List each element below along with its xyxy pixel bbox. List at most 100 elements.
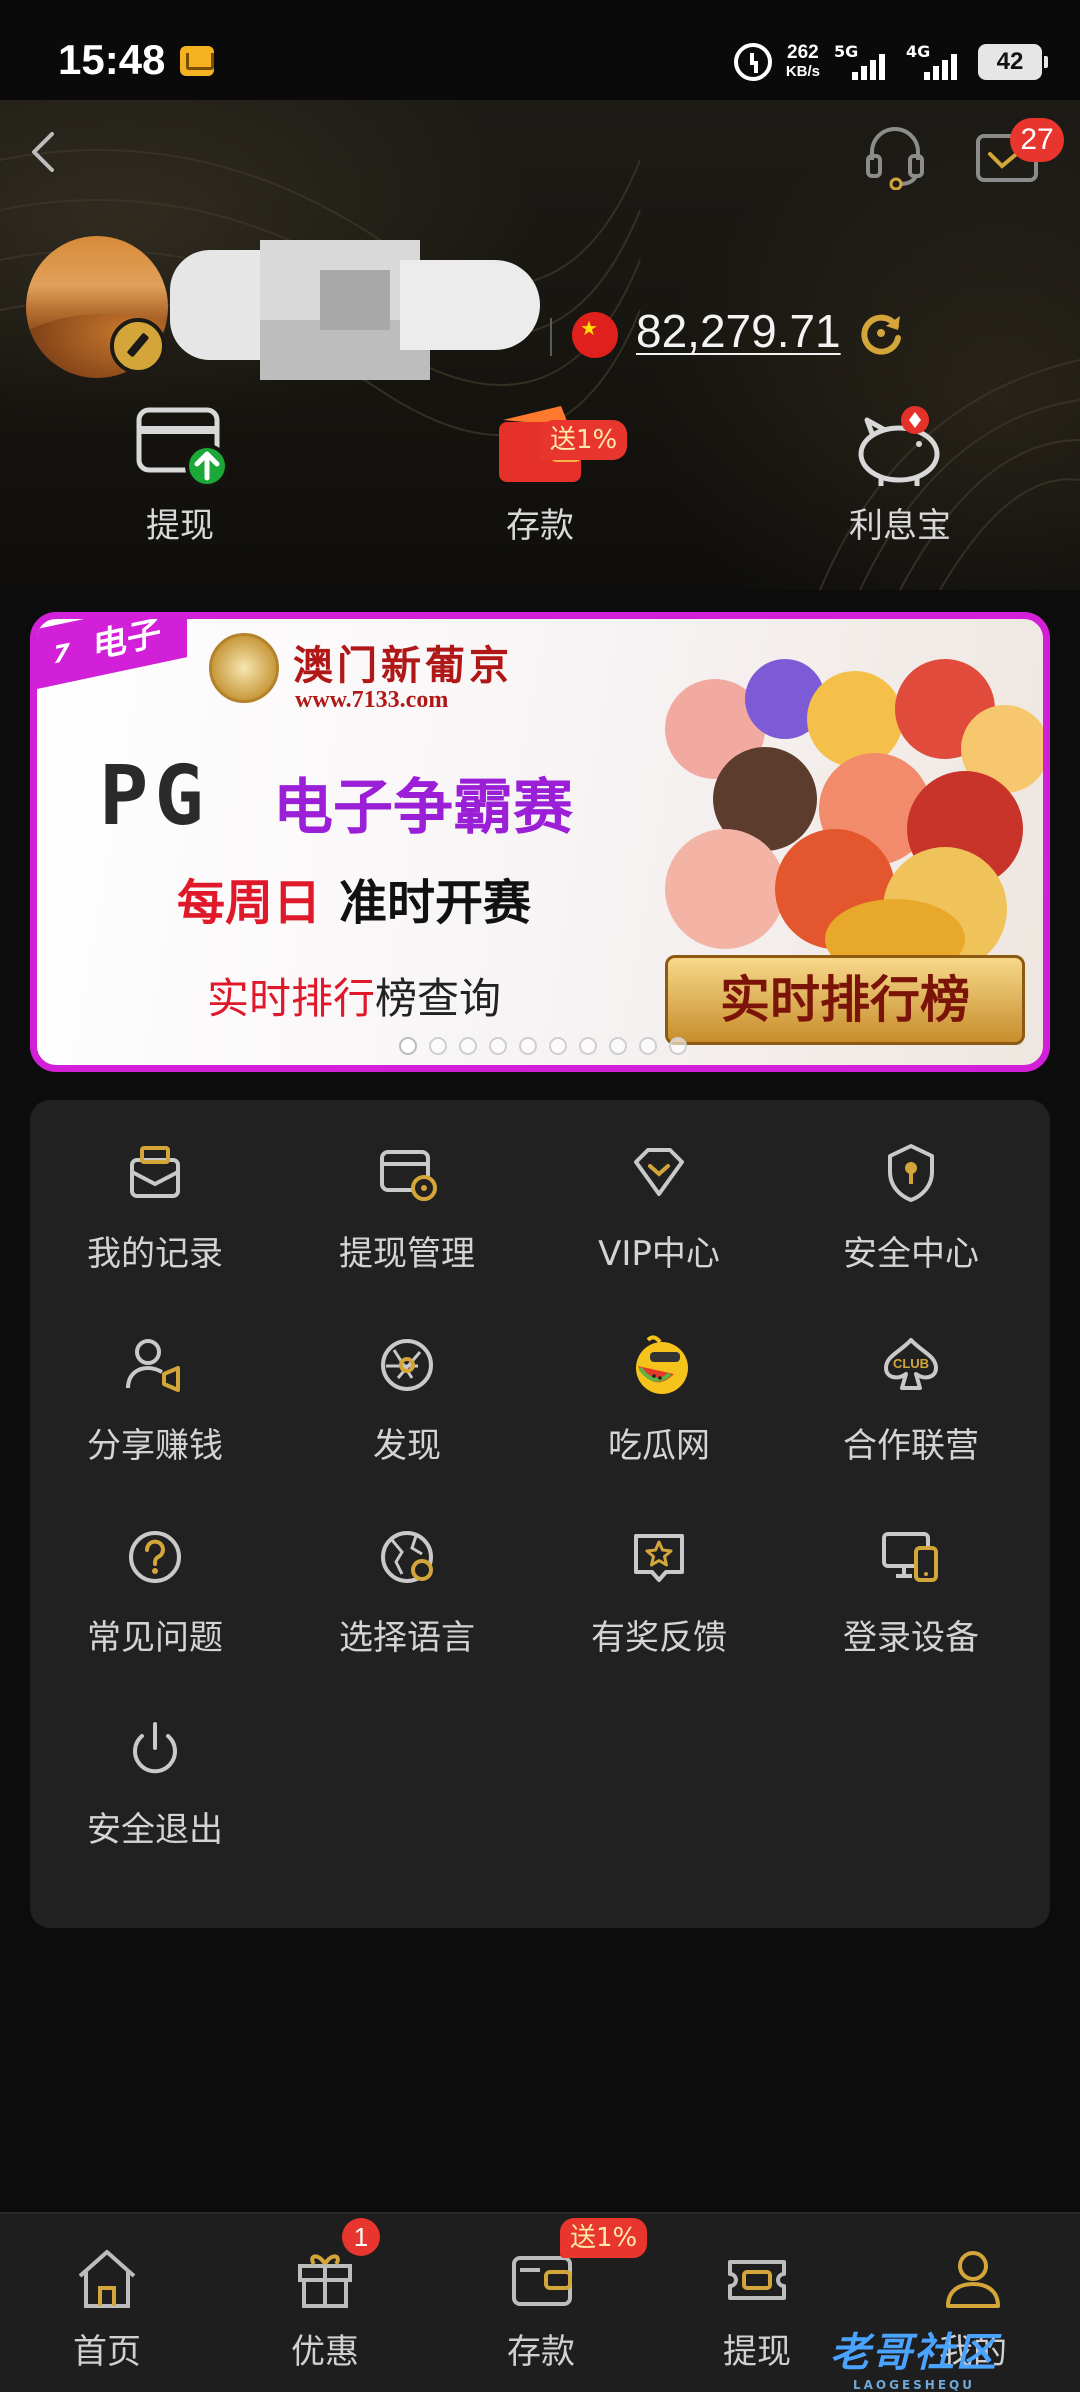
menu-faq[interactable]: 常见问题 <box>30 1504 280 1658</box>
menu-language[interactable]: 选择语言 <box>282 1504 532 1658</box>
nav-withdraw[interactable]: 提现 <box>672 2244 842 2373</box>
banner-pg-logo: PG <box>99 749 210 844</box>
brand-logo-icon <box>209 633 279 703</box>
menu-label: VIP中心 <box>598 1234 720 1274</box>
username-blurred <box>170 230 540 380</box>
devices-icon <box>882 1532 938 1582</box>
nav-label: 首页 <box>73 2332 141 2372</box>
records-icon <box>130 1146 180 1198</box>
menu-my-records[interactable]: 我的记录 <box>30 1120 280 1274</box>
menu-label: 有奖反馈 <box>591 1618 727 1658</box>
banner-pagination <box>399 1037 687 1055</box>
menu-vip-center[interactable]: VIP中心 <box>534 1120 784 1274</box>
discover-icon <box>381 1339 433 1391</box>
notification-mail-icon <box>180 46 214 76</box>
network-speed: 262 KB/s <box>786 43 820 81</box>
profile-header: 27 82,279.71 提现 <box>0 100 1080 590</box>
power-icon <box>133 1722 177 1774</box>
menu-label: 我的记录 <box>87 1234 223 1274</box>
banner-rank-black: 榜查询 <box>375 974 502 1023</box>
promotions-count-badge: 1 <box>342 2218 380 2256</box>
user-icon <box>946 2251 1000 2308</box>
nav-label: 优惠 <box>291 2332 359 2372</box>
banner-subtitle-black: 准时开赛 <box>339 875 532 931</box>
feedback-icon <box>634 1534 684 1582</box>
signal-bars-icon <box>924 54 957 80</box>
menu-label: 安全退出 <box>87 1810 223 1850</box>
withdraw-card-icon <box>136 407 229 488</box>
banner-dot[interactable] <box>639 1037 657 1055</box>
deposit-bonus-badge: 送1% <box>540 420 628 460</box>
battery-indicator: 42 <box>978 44 1048 80</box>
banner-url: www.7133.com <box>295 687 449 713</box>
home-icon <box>78 2250 136 2308</box>
menu-label: 选择语言 <box>339 1618 475 1658</box>
menu-label: 分享赚钱 <box>87 1426 223 1466</box>
menu-share-earn[interactable]: 分享赚钱 <box>30 1312 280 1466</box>
nav-label: 存款 <box>507 2332 575 2372</box>
banner-dot[interactable] <box>609 1037 627 1055</box>
banner-dot[interactable] <box>519 1037 537 1055</box>
question-icon <box>129 1531 181 1583</box>
balance-amount[interactable]: 82,279.71 <box>636 304 841 358</box>
piggy-bank-icon <box>858 406 940 486</box>
watermark-subtext: LAOGESHEQU <box>852 2378 975 2392</box>
withdraw-manage-icon <box>380 1150 437 1201</box>
nav-home[interactable]: 首页 <box>22 2244 192 2373</box>
banner-dot[interactable] <box>489 1037 507 1055</box>
header-divider <box>550 318 552 356</box>
menu-label: 吃瓜网 <box>608 1426 710 1466</box>
banner-tag-label: 电子 <box>93 612 161 668</box>
banner-tag: 7 电子 <box>37 612 187 689</box>
menu-feedback[interactable]: 有奖反馈 <box>534 1504 784 1658</box>
menu-label: 常见问题 <box>87 1618 223 1658</box>
back-arrow-icon[interactable] <box>18 124 74 180</box>
status-time: 15:48 <box>58 36 166 83</box>
security-icon <box>888 1144 934 1202</box>
banner-dot[interactable] <box>549 1037 567 1055</box>
menu-withdraw-manage[interactable]: 提现管理 <box>282 1120 532 1274</box>
menu-label: 登录设备 <box>843 1618 979 1658</box>
menu-discover[interactable]: 发现 <box>282 1312 532 1466</box>
vip-icon <box>634 1148 684 1196</box>
banner-ranking-badge[interactable]: 实时排行榜 <box>665 955 1025 1045</box>
alarm-icon <box>733 43 772 81</box>
edit-avatar-icon[interactable] <box>110 318 166 374</box>
refresh-balance-icon[interactable] <box>856 308 906 358</box>
watermark-text: 老哥社区 <box>830 2330 998 2376</box>
banner-subtitle-red: 每周日 <box>177 875 322 931</box>
share-earn-icon <box>126 1339 180 1392</box>
menu-login-devices[interactable]: 登录设备 <box>786 1504 1036 1658</box>
banner-tag-prefix: 7 <box>53 638 70 670</box>
menu-security-center[interactable]: 安全中心 <box>786 1120 1036 1274</box>
banner-subtitle: 每周日 准时开赛 <box>177 863 531 933</box>
menu-logout[interactable]: 安全退出 <box>30 1696 280 1850</box>
menu-partner-club[interactable]: CLUB 合作联营 <box>786 1312 1036 1466</box>
banner-dot[interactable] <box>459 1037 477 1055</box>
quick-withdraw-label: 提现 <box>146 506 214 546</box>
status-indicators: 262 KB/s 5G 4G 42 <box>733 40 1048 84</box>
banner-brand: 澳门新葡京 <box>293 642 513 689</box>
banner-title: 电子争霸赛 <box>273 773 573 843</box>
gift-icon <box>298 2254 352 2308</box>
quick-interest[interactable]: 利息宝 <box>790 400 1010 547</box>
menu-panel: 我的记录 提现管理 VIP中心 安全中心 分享赚钱 发现 吃瓜网 CLUB 合作… <box>30 1100 1050 1928</box>
customer-service-headset-icon[interactable] <box>862 120 928 190</box>
melon-emoji-icon <box>636 1335 688 1394</box>
menu-melon-site[interactable]: 吃瓜网 <box>534 1312 784 1466</box>
banner-dot[interactable] <box>579 1037 597 1055</box>
menu-label: 安全中心 <box>843 1234 979 1274</box>
nav-deposit[interactable]: 存款 <box>456 2244 626 2373</box>
promo-banner[interactable]: 7 电子 澳门新葡京 www.7133.com PG 电子争霸赛 每周日 准时开赛 … <box>30 612 1050 1072</box>
china-flag-icon <box>572 312 618 358</box>
quick-interest-label: 利息宝 <box>849 506 951 546</box>
quick-withdraw[interactable]: 提现 <box>70 400 290 547</box>
svg-text:CLUB: CLUB <box>893 1356 929 1371</box>
banner-dot[interactable] <box>429 1037 447 1055</box>
deposit-bonus-nav-badge: 送1% <box>560 2218 648 2258</box>
banner-dot[interactable] <box>399 1037 417 1055</box>
banner-dot[interactable] <box>669 1037 687 1055</box>
network-speed-unit: KB/s <box>785 63 820 80</box>
nav-promotions[interactable]: 优惠 <box>240 2244 410 2373</box>
watermark-logo: 老哥社区 LAOGESHEQU <box>830 2320 998 2392</box>
